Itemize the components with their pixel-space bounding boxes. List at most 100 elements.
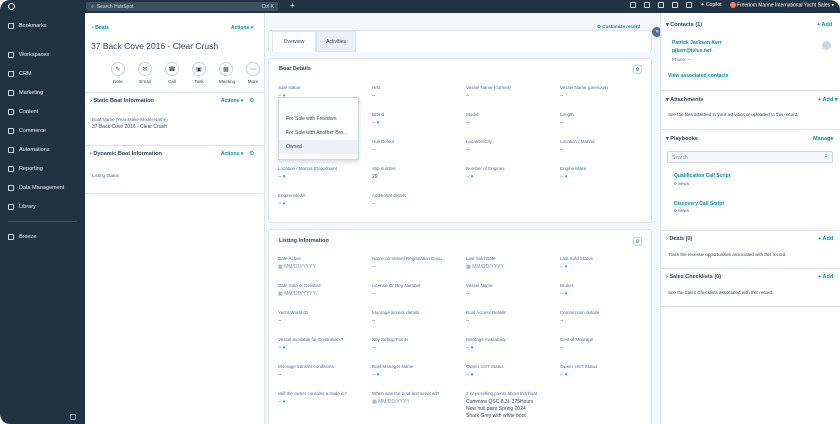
static-actions-menu[interactable]: Actions ▾ xyxy=(221,98,243,104)
listing-field-value[interactable]: -- xyxy=(278,318,281,324)
listing-field-value[interactable]: -- xyxy=(278,372,281,378)
listing-field-value[interactable]: -- xyxy=(372,291,375,297)
sidebar-item-marketing[interactable]: Marketing xyxy=(0,83,85,102)
boat-field-value[interactable]: -- xyxy=(560,93,563,99)
boat-field-value[interactable]: -- xyxy=(372,93,375,99)
phone-icon[interactable] xyxy=(630,2,637,9)
listing-field-select[interactable]: -- ▾ xyxy=(560,372,567,378)
boat-field-value[interactable]: -- xyxy=(466,120,469,126)
sidebar-item-breeze[interactable]: Breeze xyxy=(0,227,85,246)
account-menu[interactable]: Freedom Marine International Yacht Sales… xyxy=(729,2,834,8)
listing-field-value[interactable]: -- xyxy=(372,318,375,324)
add-contact-button[interactable]: + Add xyxy=(817,22,832,28)
listing-field-textarea[interactable]: Cummins QSC 8.3L 375Hours New hull paint… xyxy=(466,399,533,420)
collapse-sidebar-icon[interactable] xyxy=(70,414,76,420)
sidebar-item-bookmarks[interactable]: Bookmarks xyxy=(0,16,85,35)
contacts-section-toggle[interactable]: ▾ Contacts (1) xyxy=(666,22,702,28)
listing-settings-icon[interactable]: ⚙ xyxy=(633,237,642,246)
dynamic-actions-menu[interactable]: Actions ▾ xyxy=(221,151,243,157)
sidebar-item-content[interactable]: Content xyxy=(0,102,85,121)
deals-section-toggle[interactable]: › Deals (0) xyxy=(666,236,692,242)
task-button[interactable]: ▣ Task xyxy=(192,62,206,84)
listing-field-select[interactable]: -- ▾ xyxy=(466,372,473,378)
sidebar-item-workspaces[interactable]: Workspaces xyxy=(0,45,85,64)
sidebar-item-automations[interactable]: Automations xyxy=(0,140,85,159)
checklists-section-toggle[interactable]: › Sales Checklists (0) xyxy=(666,274,721,280)
listing-field-select[interactable]: -- ▾ xyxy=(560,264,567,270)
notifications-icon[interactable] xyxy=(686,2,693,9)
boat-field-value[interactable]: -- xyxy=(372,201,375,207)
playbooks-section-toggle[interactable]: ▾ Playbooks xyxy=(666,136,698,142)
listing-field-date-input[interactable]: ▦ MM/DD/YYYY xyxy=(278,291,316,297)
meeting-button[interactable]: ▦ Meeting xyxy=(219,62,235,84)
tab-activities[interactable]: Activities xyxy=(316,31,356,52)
dynamic-settings-icon[interactable]: ⚙ xyxy=(249,150,254,157)
listing-field-select[interactable]: -- ▾ xyxy=(278,345,285,351)
tab-overview[interactable]: Overview xyxy=(272,31,316,52)
listing-field-value[interactable]: -- xyxy=(466,291,469,297)
boat-field-select[interactable]: -- ▾ xyxy=(466,174,473,180)
listing-field-date-input[interactable]: ▦ MM/DD/YYYY xyxy=(466,264,504,270)
boat-field-select[interactable]: -- ▾ xyxy=(278,174,285,180)
back-to-boats-link[interactable]: ‹ Boats xyxy=(92,25,109,31)
contact-name-link[interactable]: Patrick Jackson Kerr xyxy=(672,40,722,46)
listing-field-select[interactable]: -- ▾ xyxy=(466,345,473,351)
boat-field-select[interactable]: -- ▾ xyxy=(278,201,285,207)
dropdown-option-for-sale-freedom[interactable]: For Sale with Freedom xyxy=(279,112,358,126)
static-settings-icon[interactable]: ⚙ xyxy=(249,97,254,104)
boat-field-select[interactable]: -- ▾ xyxy=(372,120,379,126)
help-icon[interactable] xyxy=(658,2,665,9)
more-button[interactable]: ⋯ More xyxy=(246,62,260,84)
create-new-icon[interactable]: + xyxy=(290,1,295,10)
copilot-button[interactable]: ✦ Copilot xyxy=(700,2,721,8)
playbooks-search-input[interactable]: Search ⌕ xyxy=(667,151,833,163)
listing-field-value[interactable]: -- xyxy=(560,318,563,324)
playbook-item-qualification[interactable]: Qualification Call Script xyxy=(674,173,730,179)
sidebar-item-reporting[interactable]: Reporting xyxy=(0,159,85,178)
boat-field-value[interactable]: -- xyxy=(466,93,469,99)
add-checklist-button[interactable]: + Add xyxy=(818,274,833,280)
listing-field-value[interactable]: -- xyxy=(466,318,469,324)
boat-field-select[interactable]: -- ▾ xyxy=(560,174,567,180)
listing-field-label: Cost of Moorage xyxy=(560,337,594,342)
sidebar-item-data-management[interactable]: Data Management xyxy=(0,178,85,197)
hubspot-logo-icon[interactable] xyxy=(8,3,15,10)
listing-field-value[interactable]: -- xyxy=(560,345,563,351)
email-button[interactable]: ✉ Email xyxy=(138,62,152,84)
global-search-input[interactable]: ⌕ Search HubSpot Ctrl K xyxy=(86,2,278,11)
boat-field-value[interactable]: -- xyxy=(560,120,563,126)
playbook-item-discovery[interactable]: Discovery Call Script xyxy=(674,201,724,207)
boat-field-value[interactable]: -- xyxy=(372,147,375,153)
add-deal-button[interactable]: + Add xyxy=(818,236,833,242)
boat-field-value[interactable]: -- xyxy=(466,147,469,153)
listing-field-select[interactable]: -- ▾ xyxy=(372,372,379,378)
listing-field-date-input[interactable]: ▦ MM/DD/YYYY xyxy=(278,264,316,270)
boat-field-value[interactable]: 29 xyxy=(372,174,378,180)
note-button[interactable]: ✎ Note xyxy=(111,62,125,84)
sidebar-item-library[interactable]: Library xyxy=(0,197,85,216)
sidebar-item-crm[interactable]: CRM xyxy=(0,64,85,83)
contact-email-link[interactable]: pjkerr@telus.net xyxy=(672,48,711,54)
boat-name-value[interactable]: 37 Back Cove 2016 - Clear Crush xyxy=(92,124,167,130)
attachments-section-toggle[interactable]: ▾ Attachments xyxy=(666,97,703,103)
call-button[interactable]: ☎ Call xyxy=(165,62,179,84)
view-associated-contacts-link[interactable]: View associated contacts xyxy=(668,73,729,79)
listing-field-value[interactable]: -- xyxy=(372,345,375,351)
marketplace-icon[interactable] xyxy=(644,2,651,9)
listing-field-label: Date Sold or Delisted xyxy=(278,283,321,288)
listing-field-select[interactable]: -- ▾ xyxy=(278,399,285,405)
dynamic-section-toggle[interactable]: › Dynamic Boat Information xyxy=(90,151,162,157)
boat-details-settings-icon[interactable]: ⚙ xyxy=(633,65,642,74)
actions-menu[interactable]: Actions ▾ xyxy=(231,25,253,31)
dropdown-option-for-sale-another[interactable]: For Sale with Another Bro... xyxy=(279,126,358,140)
listing-field-value[interactable]: -- xyxy=(372,264,375,270)
add-attachment-button[interactable]: + Add ▾ xyxy=(818,97,838,103)
dropdown-option-owned[interactable]: Owned xyxy=(279,140,358,154)
static-section-toggle[interactable]: › Static Boat Information xyxy=(90,98,154,104)
settings-icon[interactable] xyxy=(672,2,679,9)
listing-field-date-input[interactable]: ▦ MM/DD/YYYY xyxy=(372,399,410,405)
listing-field-select[interactable]: -- ▾ xyxy=(560,291,567,297)
boat-field-value[interactable]: -- xyxy=(560,147,563,153)
manage-playbooks-link[interactable]: Manage xyxy=(813,136,833,142)
sidebar-item-commerce[interactable]: Commerce xyxy=(0,121,85,140)
